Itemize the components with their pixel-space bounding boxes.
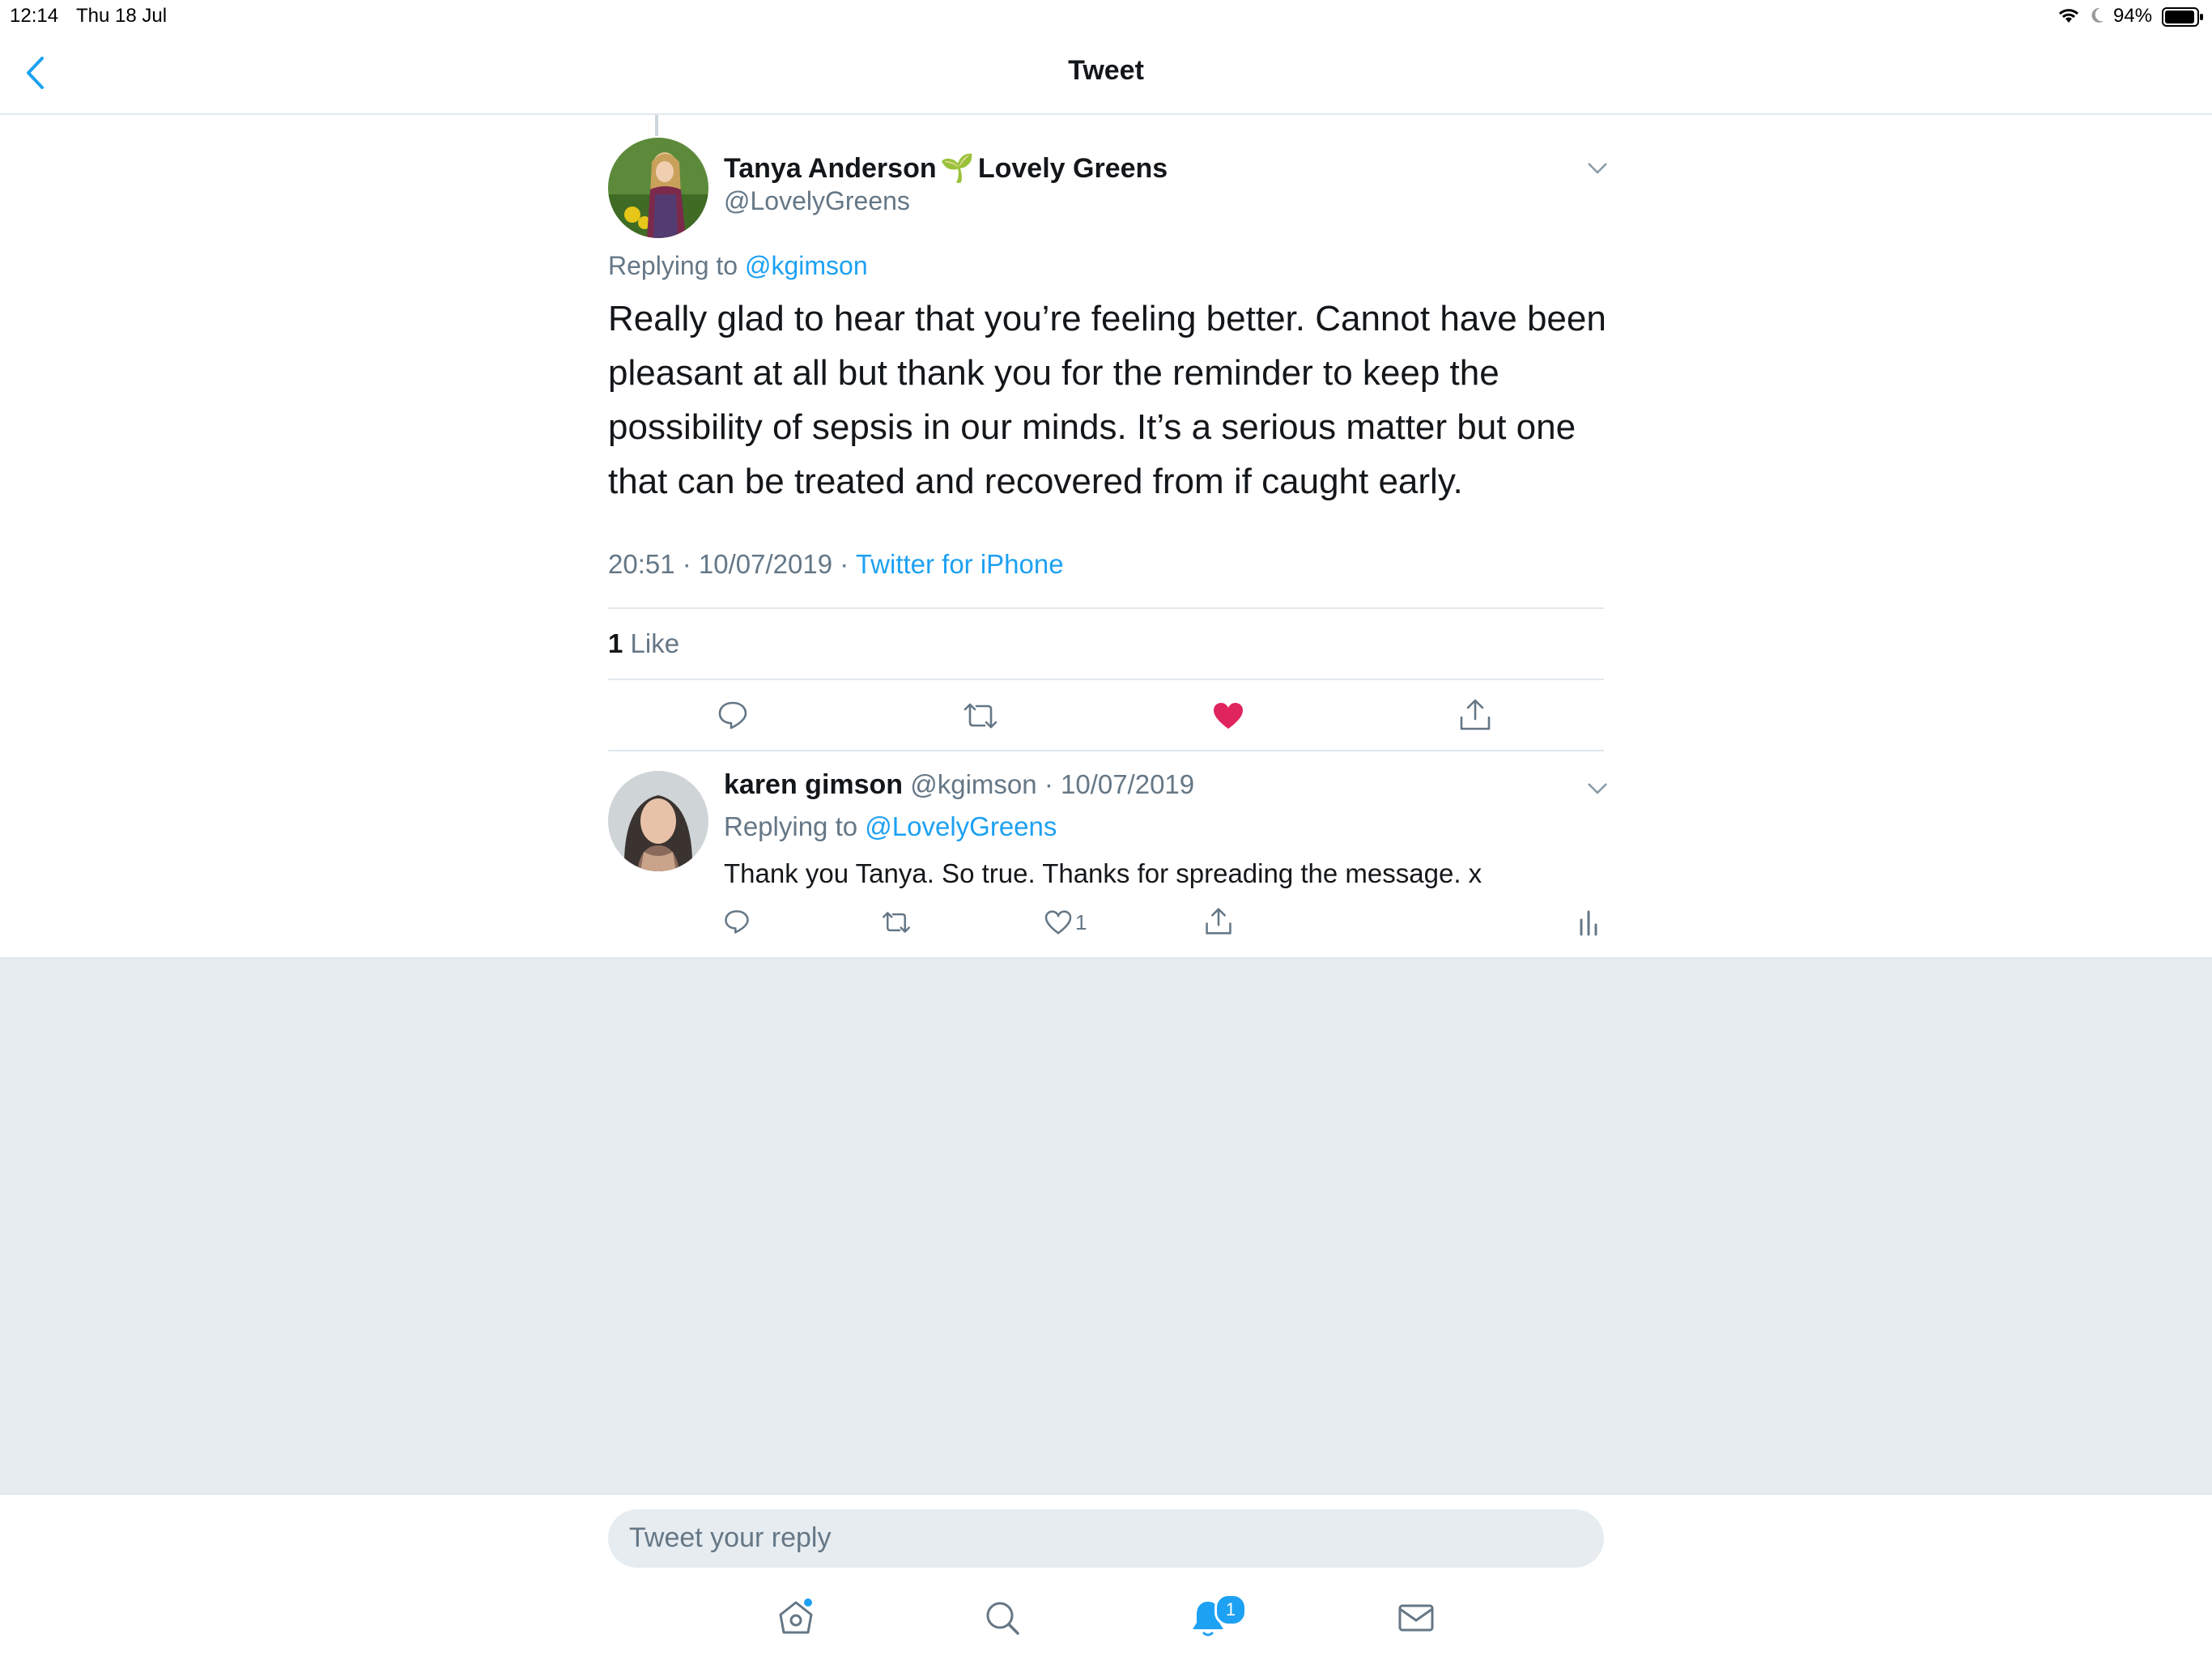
likes-label: Like <box>630 628 680 658</box>
reply-replying-to-link[interactable]: @LovelyGreens <box>865 811 1057 841</box>
reply-retweet-icon[interactable] <box>881 910 912 934</box>
retweet-icon[interactable] <box>962 701 999 730</box>
search-icon[interactable] <box>985 1600 1020 1636</box>
reply-text: Thank you Tanya. So true. Thanks for spr… <box>724 858 1482 888</box>
divider <box>608 750 1604 751</box>
tweet-meta: 20:51 · 10/07/2019 · Twitter for iPhone <box>608 549 1064 580</box>
reply-share-icon[interactable] <box>1205 907 1232 936</box>
tweet-text-line: Really glad to hear that you’re feeling … <box>608 299 1606 338</box>
seedling-emoji: 🌱 <box>940 153 975 184</box>
reply-date: · 10/07/2019 <box>1044 769 1195 799</box>
wifi-icon <box>2057 6 2081 24</box>
reply-like-count: 1 <box>1075 910 1087 934</box>
likes-summary[interactable]: 1 Like <box>608 628 679 659</box>
thread-connector <box>655 115 658 136</box>
notification-badge: 1 <box>1214 1594 1247 1626</box>
reply-replying-to: Replying to @LovelyGreens <box>724 811 1057 842</box>
author-name-row[interactable]: Tanya Anderson 🌱 Lovely Greens <box>724 152 1168 185</box>
reply-icon[interactable] <box>717 700 748 730</box>
replying-to: Replying to @kgimson <box>608 251 868 281</box>
home-icon[interactable] <box>777 1598 815 1636</box>
battery-percent: 94% <box>2113 5 2153 27</box>
reply-author-handle: @kgimson <box>910 769 1037 799</box>
tweet-timestamp: 20:51 · 10/07/2019 · <box>608 549 849 579</box>
status-time: 12:14 <box>10 5 59 27</box>
status-bar: 12:14 Thu 18 Jul 94% <box>0 0 2212 32</box>
status-date: Thu 18 Jul <box>76 5 168 27</box>
reply-like-heart-icon[interactable] <box>1044 910 1072 934</box>
bottom-bar: Tweet your reply 1 <box>0 1493 2212 1660</box>
tweet-detail: Tanya Anderson 🌱 Lovely Greens @LovelyGr… <box>0 115 2212 959</box>
tweet-text-line: that can be treated and recovered from i… <box>608 462 1463 501</box>
author-handle[interactable]: @LovelyGreens <box>724 186 910 216</box>
reply-author-name: karen gimson <box>724 769 904 800</box>
navigation-bar: Tweet <box>0 32 2212 115</box>
author-display-name: Tanya Anderson <box>724 153 937 184</box>
like-heart-icon[interactable] <box>1212 701 1244 730</box>
share-icon[interactable] <box>1459 698 1491 732</box>
reply-replying-to-label: Replying to <box>724 811 858 841</box>
author-avatar[interactable] <box>608 138 708 238</box>
messages-icon[interactable] <box>1397 1603 1435 1632</box>
battery-icon <box>2162 6 2204 28</box>
analytics-icon[interactable] <box>1579 909 1598 936</box>
reply-header[interactable]: karen gimson @kgimson · 10/07/2019 <box>724 769 1194 801</box>
replying-to-link[interactable]: @kgimson <box>745 251 868 280</box>
moon-icon <box>2089 6 2105 24</box>
likes-count: 1 <box>608 628 623 658</box>
tweet-text-line: possibility of sepsis in our minds. It’s… <box>608 407 1576 447</box>
chevron-down-icon[interactable] <box>1587 162 1608 175</box>
reply-placeholder: Tweet your reply <box>629 1522 832 1553</box>
tweet-source-link[interactable]: Twitter for iPhone <box>856 549 1064 579</box>
tweet-text-line: pleasant at all but thank you for the re… <box>608 353 1499 393</box>
reply-reply-icon[interactable] <box>724 909 750 934</box>
page-title: Tweet <box>1068 55 1144 86</box>
divider <box>608 679 1604 680</box>
divider <box>608 607 1604 609</box>
replying-to-label: Replying to <box>608 251 738 280</box>
reply-composer[interactable]: Tweet your reply <box>608 1509 1604 1568</box>
reply-author-avatar[interactable] <box>608 771 708 871</box>
author-display-name-suffix: Lovely Greens <box>977 153 1168 184</box>
reply-chevron-down-icon[interactable] <box>1587 782 1608 795</box>
tweet-text: Really glad to hear that you’re feeling … <box>608 292 1612 509</box>
